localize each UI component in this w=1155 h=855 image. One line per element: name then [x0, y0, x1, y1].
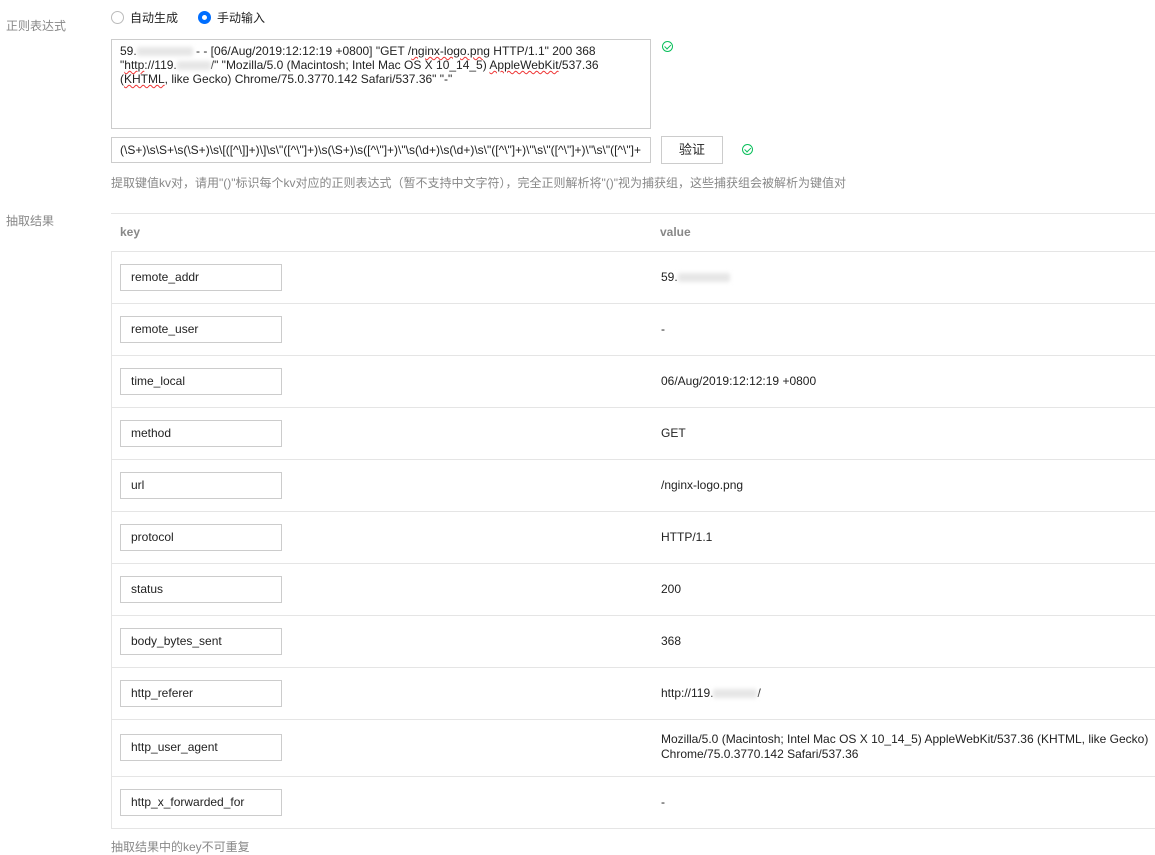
log-text: /537.36: [558, 58, 599, 72]
radio-manual-input[interactable]: [198, 11, 212, 24]
redacted-ip: [677, 273, 730, 283]
value-text: http://119. /: [661, 686, 761, 700]
key-input[interactable]: body_bytes_sent: [120, 628, 282, 655]
column-key-header: key: [120, 225, 141, 239]
value-text: HTTP/1.1: [661, 530, 713, 544]
value-text: Mozilla/5.0 (Macintosh; Intel Mac OS X 1…: [661, 732, 1149, 761]
log-text: http: [124, 58, 145, 72]
validate-button[interactable]: 验证: [661, 136, 723, 164]
radio-manual-input-label[interactable]: 手动输入: [217, 9, 265, 26]
log-text: ://119.: [144, 58, 177, 72]
table-row: body_bytes_sent 368: [111, 616, 1155, 668]
key-input[interactable]: http_x_forwarded_for: [120, 789, 282, 816]
table-row: url /nginx-logo.png: [111, 460, 1155, 512]
radio-auto-generate-label[interactable]: 自动生成: [130, 9, 178, 26]
log-text: nginx-logo.png: [411, 44, 490, 58]
key-input[interactable]: protocol: [120, 524, 282, 551]
table-row: http_user_agent Mozilla/5.0 (Macintosh; …: [111, 720, 1155, 777]
log-text: /" "Mozilla/5.0 (Macintosh; Intel Mac OS…: [210, 58, 490, 72]
table-row: protocol HTTP/1.1: [111, 512, 1155, 564]
value-text: -: [661, 322, 665, 336]
log-text: AppleWebKit: [489, 58, 559, 72]
table-row: method GET: [111, 408, 1155, 460]
key-input[interactable]: time_local: [120, 368, 282, 395]
log-text: - - [06/Aug/2019:12:12:19 +0800] "GET /: [192, 44, 412, 58]
result-footer-note: 抽取结果中的key不可重复: [111, 840, 250, 854]
key-input[interactable]: http_user_agent: [120, 734, 282, 761]
value-text: 59.: [661, 270, 730, 285]
value-text: 368: [661, 634, 682, 648]
regex-hint: 提取键值kv对，请用"()"标识每个kv对应的正则表达式（暂不支持中文字符），完…: [111, 176, 847, 190]
mode-radio-group: 自动生成 手动输入: [111, 9, 279, 26]
result-table: key value remote_addr 59. remote_user - …: [111, 213, 1155, 829]
value-text: -: [661, 795, 665, 809]
column-value-header: value: [660, 225, 691, 239]
table-row: remote_addr 59.: [111, 252, 1155, 304]
table-row: remote_user -: [111, 304, 1155, 356]
regex-input[interactable]: (\S+)\s\S+\s(\S+)\s\[([^\]]+)\]\s\"([^\"…: [111, 137, 651, 163]
table-row: time_local 06/Aug/2019:12:12:19 +0800: [111, 356, 1155, 408]
table-row: http_x_forwarded_for -: [111, 777, 1155, 829]
log-text: 59.: [120, 44, 137, 58]
key-input[interactable]: remote_user: [120, 316, 282, 343]
redacted-ip: [176, 61, 211, 71]
table-row: status 200: [111, 564, 1155, 616]
log-text: HTTP/1.1" 200 368: [489, 44, 596, 58]
regex-valid-check-icon: [742, 144, 753, 155]
log-valid-check-icon: [662, 41, 673, 52]
regex-label: 正则表达式: [6, 19, 67, 33]
redacted-ip: [136, 47, 193, 57]
log-text: , like Gecko) Chrome/75.0.3770.142 Safar…: [164, 72, 453, 86]
table-header: key value: [111, 213, 1155, 252]
key-input[interactable]: http_referer: [120, 680, 282, 707]
value-text: 06/Aug/2019:12:12:19 +0800: [661, 374, 817, 388]
result-label: 抽取结果: [6, 214, 55, 228]
key-input[interactable]: remote_addr: [120, 264, 282, 291]
value-text: /nginx-logo.png: [661, 478, 744, 492]
key-input[interactable]: url: [120, 472, 282, 499]
value-text: 200: [661, 582, 682, 596]
log-text: KHTML: [124, 72, 165, 86]
radio-auto-generate[interactable]: [111, 11, 124, 24]
value-text: GET: [661, 426, 686, 440]
redacted-ip: [713, 689, 758, 699]
sample-log-textarea[interactable]: 59. - - [06/Aug/2019:12:12:19 +0800] "GE…: [111, 39, 651, 129]
table-row: http_referer http://119. /: [111, 668, 1155, 720]
key-input[interactable]: status: [120, 576, 282, 603]
key-input[interactable]: method: [120, 420, 282, 447]
